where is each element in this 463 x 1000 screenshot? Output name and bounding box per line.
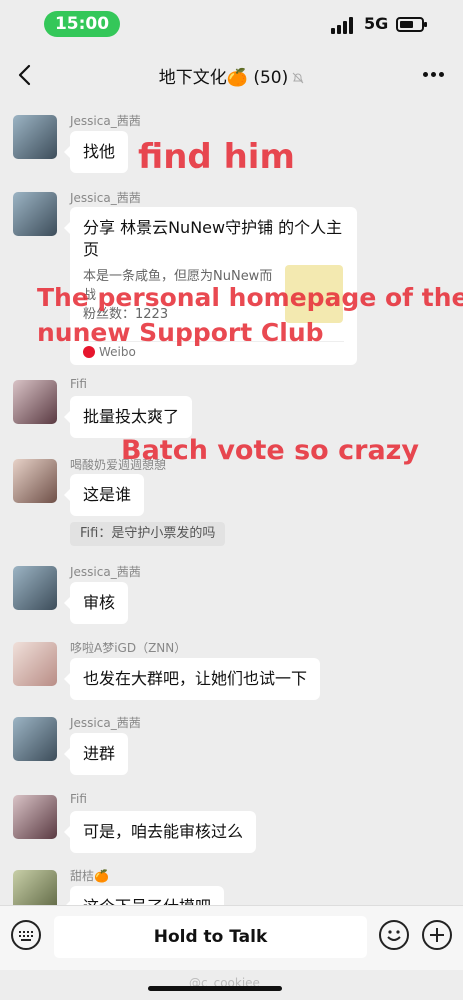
translation-overlay-find: find him: [138, 137, 295, 177]
avatar[interactable]: [13, 717, 57, 761]
sender-name: Jessica_茜茜: [70, 114, 141, 128]
sender-name: Jessica_茜茜: [70, 716, 141, 730]
message-bubble[interactable]: 进群: [63, 733, 129, 775]
translation-overlay-homepage-1: The personal homepage of the: [37, 283, 463, 312]
mute-bell-icon: [292, 72, 304, 84]
sender-name: Fifi: [70, 377, 87, 391]
message-bubble[interactable]: 审核: [63, 582, 129, 624]
chat-title-text: 地下文化🍊 (50): [158, 68, 289, 88]
sender-name: Jessica_茜茜: [70, 565, 141, 579]
sender-name: Fifi: [70, 792, 87, 806]
share-card-source: Weibo: [83, 345, 136, 359]
weibo-icon: [83, 346, 95, 358]
emoji-icon[interactable]: [379, 920, 409, 950]
battery-icon: [396, 17, 427, 32]
avatar[interactable]: [13, 459, 57, 503]
quoted-message[interactable]: Fifi：是守护小票发的吗: [70, 522, 226, 546]
signal-icon: [331, 16, 357, 34]
translation-overlay-homepage-2: nunew Support Club: [37, 318, 324, 347]
avatar[interactable]: [13, 380, 57, 424]
share-card-source-label: Weibo: [99, 345, 136, 359]
sender-name: Jessica_茜茜: [70, 191, 141, 205]
chat-title: 地下文化🍊 (50): [0, 63, 463, 88]
share-card-title: 分享 林景云NuNew守护铺 的个人主页: [83, 218, 343, 259]
input-bar: Hold to Talk: [0, 905, 463, 970]
add-icon[interactable]: [422, 920, 452, 950]
more-options-icon[interactable]: [423, 72, 445, 78]
hold-to-talk-button[interactable]: Hold to Talk: [54, 916, 367, 958]
translation-overlay-batch: Batch vote so crazy: [121, 435, 419, 466]
network-label: 5G: [364, 14, 389, 33]
chat-header: 地下文化🍊 (50): [0, 52, 463, 98]
sender-name: 甜桔🍊: [70, 869, 109, 883]
message-bubble[interactable]: 批量投太爽了: [63, 396, 193, 438]
message-bubble[interactable]: 找他: [63, 131, 129, 173]
home-indicator[interactable]: [148, 986, 282, 991]
message-bubble[interactable]: 也发在大群吧，让她们也试一下: [63, 658, 321, 700]
avatar[interactable]: [13, 795, 57, 839]
sender-name: 哆啦A梦iGD（ZNN）: [70, 641, 187, 655]
status-bar: 15:00 5G: [0, 0, 463, 48]
avatar[interactable]: [13, 192, 57, 236]
keyboard-icon[interactable]: [11, 920, 41, 950]
status-time: 15:00: [44, 11, 120, 37]
message-bubble[interactable]: 这是谁: [63, 474, 145, 516]
avatar[interactable]: [13, 566, 57, 610]
avatar[interactable]: [13, 642, 57, 686]
message-bubble[interactable]: 可是，咱去能审核过么: [63, 811, 257, 853]
avatar[interactable]: [13, 115, 57, 159]
